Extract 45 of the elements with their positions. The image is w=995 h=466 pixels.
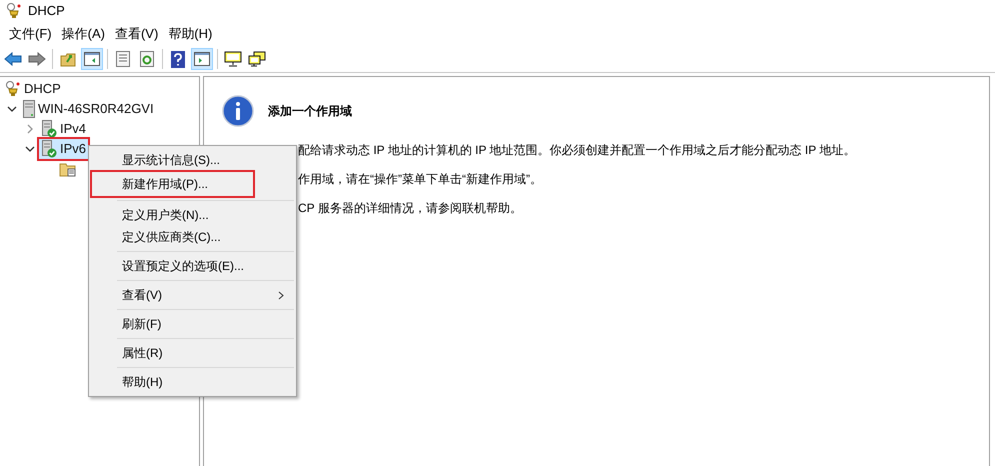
window-title: DHCP: [28, 2, 65, 20]
forward-arrow-icon: [28, 52, 46, 66]
monitor-icon: [224, 51, 242, 67]
context-menu-item[interactable]: 定义供应商类(C)...: [91, 226, 294, 248]
toolbar-button[interactable]: [81, 48, 103, 70]
content-title: 添加一个作用域: [268, 103, 352, 120]
context-menu-item[interactable]: 查看(V): [91, 284, 294, 306]
server-check-icon: [41, 120, 57, 138]
info-icon: [222, 95, 254, 127]
context-menu-item[interactable]: 属性(R): [91, 342, 294, 364]
description-text: 配给请求动态 IP 地址的计算机的 IP 地址范围。你必须创建并配置一个作用域之后才能分配动态 IP 地址。: [298, 142, 856, 159]
description-text: CP 服务器的详细情况，请参阅联机帮助。: [298, 200, 523, 217]
monitors-icon: [248, 51, 266, 67]
properties-icon: [116, 51, 130, 67]
submenu-chevron-icon: [278, 290, 284, 300]
toolbar-button[interactable]: [191, 48, 213, 70]
trophy-server-icon: [5, 81, 21, 97]
server-icon: [23, 100, 35, 118]
server-check-icon: [41, 140, 57, 158]
tree-item[interactable]: WIN-46SR0R42GVI: [21, 99, 156, 119]
collapse-chevron-icon[interactable]: [25, 146, 35, 152]
menu-bar-item[interactable]: 操作(A): [56, 24, 110, 44]
context-menu-item[interactable]: 设置预定义的选项(E)...: [91, 255, 294, 277]
tree-item[interactable]: IPv6: [39, 139, 88, 159]
context-menu-item[interactable]: 帮助(H): [91, 371, 294, 393]
menu-bar-item[interactable]: 查看(V): [110, 24, 164, 44]
context-menu-item[interactable]: 显示统计信息(S)...: [91, 149, 294, 171]
tree-item[interactable]: DHCP: [3, 79, 63, 99]
back-arrow-icon: [4, 52, 22, 66]
collapse-chevron-icon[interactable]: [7, 106, 17, 112]
tree-item[interactable]: IPv4: [39, 119, 88, 139]
expand-chevron-icon[interactable]: [26, 124, 34, 134]
context-menu-item[interactable]: 定义用户类(N)...: [91, 204, 294, 226]
context-menu-item[interactable]: 刷新(F): [91, 313, 294, 335]
console-tree-icon: [84, 52, 100, 66]
help-icon: [171, 50, 185, 68]
description-text: 作用域，请在“操作”菜单下单击“新建作用域”。: [298, 171, 543, 188]
context-menu-item[interactable]: 新建作用域(P)...: [91, 171, 254, 197]
refresh-icon: [140, 51, 154, 67]
trophy-server-icon: [6, 3, 22, 19]
folder-icon: [59, 161, 77, 177]
folder-up-icon: [60, 51, 76, 67]
action-pane-icon: [194, 52, 210, 66]
menu-bar-item[interactable]: 文件(F): [4, 24, 57, 44]
menu-bar-item[interactable]: 帮助(H): [163, 24, 218, 44]
